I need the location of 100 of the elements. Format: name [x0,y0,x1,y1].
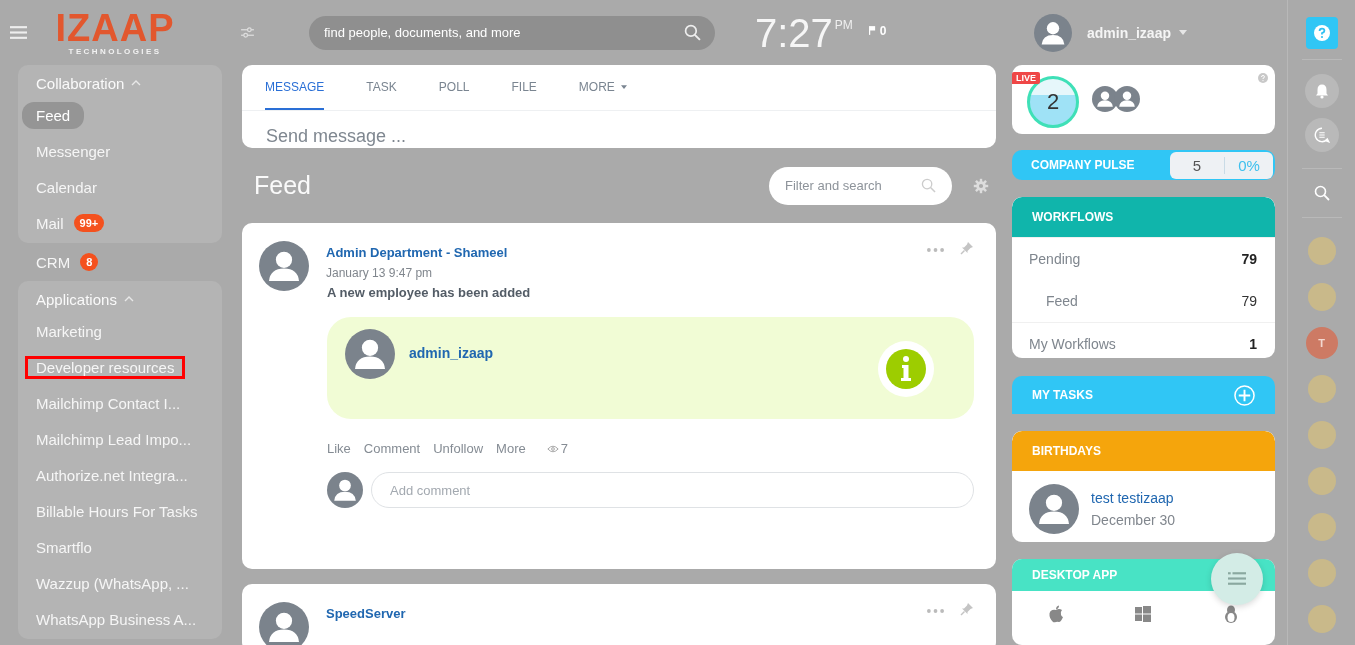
add-icon[interactable] [1234,384,1255,406]
eye-icon [546,444,559,453]
initial-avatar[interactable]: T [1305,327,1338,359]
sliders-icon[interactable] [241,27,254,38]
search-icon[interactable] [684,23,701,41]
photo-placeholder[interactable] [1307,421,1336,449]
sidebar-item[interactable]: Feed [22,101,85,129]
sidebar-item[interactable]: Mailchimp Lead Impo... [22,425,200,453]
user-name[interactable]: admin_izaap [1086,24,1171,41]
photo-placeholder[interactable] [1307,467,1336,495]
workflow-count: 79 [1241,293,1257,310]
sidebar-group-title[interactable]: Applications [36,290,117,308]
post-date: January 13 9:47 pm [326,266,434,280]
sidebar-item[interactable]: Wazzup (WhatsApp, ... [22,569,197,597]
workflow-label[interactable]: Feed [1046,293,1078,310]
post-author[interactable]: Admin Department - Shameel [326,245,508,260]
help-button[interactable] [1305,17,1338,49]
help-icon[interactable] [1258,73,1268,83]
flag-icon[interactable] [868,26,876,35]
composer-tab[interactable]: TASK [366,65,397,110]
live-badge: LIVE [1012,72,1040,84]
count-badge: 99+ [73,214,105,232]
sidebar-item[interactable]: Messenger [22,137,119,165]
composer-tab[interactable]: MESSAGE [265,65,325,110]
search-icon[interactable] [1313,185,1330,201]
widget-title: BIRTHDAYS [1032,444,1101,459]
user-avatar[interactable] [1092,86,1118,113]
chevron-icon[interactable] [123,296,134,302]
author-avatar[interactable] [259,602,309,645]
view-count: 7 [560,441,568,456]
sidebar-item[interactable]: Developer resources [25,355,186,379]
pulse-percent: 0% [1237,156,1261,174]
post-author[interactable]: SpeedServer [326,606,406,621]
menu-icon[interactable] [10,26,27,39]
more-icon[interactable] [927,609,944,613]
clock-meridiem: PM [834,18,853,32]
sidebar-item[interactable]: Authorize.net Integra... [22,461,196,489]
sidebar-item[interactable]: Marketing [22,317,110,345]
photo-placeholder[interactable] [1307,283,1336,311]
composer-tab[interactable]: FILE [511,65,537,110]
chevron-icon[interactable] [131,80,142,86]
help-icon[interactable] [1313,25,1330,41]
photo-placeholder[interactable] [1307,237,1336,265]
company-logo[interactable]: IZAAP TECHNOLOGIES [59,9,171,56]
sidebar-item[interactable]: Smartflo [22,533,100,561]
penguin-icon[interactable] [1223,605,1240,623]
caret-icon[interactable] [620,84,627,89]
notifications-button[interactable] [1304,74,1339,108]
clock-time: 7:27 [755,12,833,53]
sidebar-item[interactable]: Calendar [22,173,105,201]
windows-icon[interactable] [1135,605,1152,623]
list-button[interactable] [1211,553,1263,605]
filter-field[interactable]: Filter and search [769,166,952,205]
bell-icon[interactable] [1313,83,1330,99]
post-action-link[interactable]: Unfollow [433,441,484,456]
sidebar-group-title[interactable]: Collaboration [36,74,125,92]
post-action-link[interactable]: Like [327,441,351,456]
feed-title: Feed [254,171,311,200]
message-field[interactable]: Send message ... [264,125,868,148]
post-action-link[interactable]: More [496,441,526,456]
pulse-count: 5 [1170,156,1225,174]
photo-placeholder[interactable] [1307,605,1336,633]
post-action-link[interactable]: Comment [363,441,421,456]
widget-title: WORKFLOWS [1032,210,1114,225]
chat-icon[interactable] [1313,127,1330,143]
company-pulse-bar[interactable]: COMPANY PULSE 5 0% [1012,149,1275,181]
comment-field[interactable]: Add comment [371,472,974,508]
settings-icon[interactable] [973,177,989,194]
sidebar-item[interactable]: WhatsApp Business A... [22,605,205,633]
commenter-avatar [327,472,363,508]
search-icon[interactable] [921,177,936,193]
workflow-label[interactable]: My Workflows [1029,336,1116,353]
workflow-count: 1 [1249,336,1257,353]
sidebar-item[interactable]: CRM [22,248,79,276]
list-icon[interactable] [1228,572,1246,586]
chat-button[interactable] [1304,118,1339,152]
photo-placeholder[interactable] [1307,375,1336,403]
user-avatar[interactable] [1114,86,1140,113]
sidebar-item[interactable]: Billable Hours For Tasks [22,497,206,525]
sidebar-item[interactable]: Mailchimp Contact I... [22,389,189,417]
apple-icon[interactable] [1047,605,1064,623]
photo-placeholder[interactable] [1307,513,1336,541]
photo-placeholder[interactable] [1307,559,1336,587]
workflow-label[interactable]: Pending [1029,251,1081,268]
more-icon[interactable] [927,248,944,252]
sidebar-item[interactable]: Mail [22,209,72,237]
pin-icon[interactable] [960,602,974,616]
employee-name[interactable]: admin_izaap [409,345,494,361]
composer-tab[interactable]: MORE [578,65,627,110]
caret-icon[interactable] [1179,30,1187,35]
person-name[interactable]: test testizaap [1091,490,1176,507]
flag-count: 0 [879,23,887,38]
search-field[interactable]: find people, documents, and more [309,15,715,50]
employee-avatar[interactable] [345,329,395,379]
author-avatar[interactable] [259,241,309,291]
user-avatar[interactable] [1033,13,1072,52]
pin-icon[interactable] [960,241,974,255]
widget-title: MY TASKS [1032,388,1093,403]
composer-tab[interactable]: POLL [438,65,470,110]
person-avatar[interactable] [1029,484,1079,535]
